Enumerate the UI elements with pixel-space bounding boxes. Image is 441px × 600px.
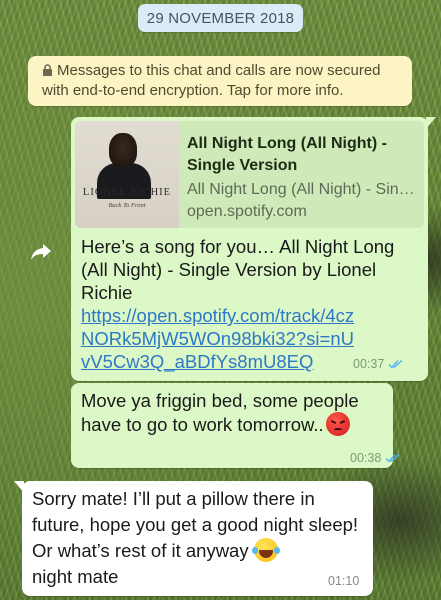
angry-face-icon: [325, 412, 350, 436]
tears-of-joy-icon: [251, 538, 280, 562]
preview-description: All Night Long (All Night) - Single Vers…: [187, 181, 417, 198]
double-tick-read-icon: [385, 453, 400, 463]
message-bubble-move-bed[interactable]: Move ya friggin bed, some people have to…: [71, 383, 400, 468]
message-time: 00:38: [350, 451, 382, 465]
preview-title: All Night Long (All Night) - Single Vers…: [187, 135, 387, 174]
date-label: 29 NOVEMBER 2018: [146, 9, 295, 27]
message-text: Here’s a song for you… All Night Long (A…: [81, 236, 395, 303]
message-text: Sorry mate! I’ll put a pillow there in f…: [32, 486, 362, 590]
message-meta: 00:38: [350, 451, 401, 465]
message-text-tail: night mate: [32, 566, 119, 587]
message-text: Move ya friggin bed, some people have to…: [81, 389, 381, 436]
message-text-body: Move ya friggin bed, some people have to…: [81, 390, 359, 435]
album-cover-image: LIONEL RICHIE Back To Front: [75, 121, 179, 228]
link-preview-card[interactable]: LIONEL RICHIE Back To Front All Night Lo…: [75, 121, 424, 228]
message-time: 00:37: [353, 357, 385, 371]
forward-icon[interactable]: [28, 238, 54, 264]
encryption-notice-text: Messages to this chat and calls are now …: [42, 62, 381, 99]
message-bubble-incoming[interactable]: Sorry mate! I’ll put a pillow there in f…: [14, 481, 373, 596]
message-time: 01:10: [328, 574, 360, 588]
preview-site: open.spotify.com: [187, 203, 307, 220]
message-meta: 01:10: [328, 574, 359, 588]
message-meta: 00:37: [353, 357, 404, 371]
spotify-track-link[interactable]: https://open.spotify.com/track/4czNORk5M…: [81, 304, 361, 373]
album-artist-text: LIONEL RICHIE: [82, 187, 172, 198]
lock-icon: [43, 64, 52, 76]
message-bubble-spotify[interactable]: LIONEL RICHIE Back To Front All Night Lo…: [71, 117, 436, 381]
album-subtitle-text: Back To Front: [108, 202, 146, 209]
album-figure-head: [109, 133, 137, 167]
message-text-body: Sorry mate! I’ll put a pillow there in f…: [32, 488, 359, 561]
double-tick-read-icon: [388, 359, 403, 369]
date-separator: 29 NOVEMBER 2018: [138, 4, 303, 32]
encryption-notice[interactable]: Messages to this chat and calls are now …: [28, 56, 412, 106]
